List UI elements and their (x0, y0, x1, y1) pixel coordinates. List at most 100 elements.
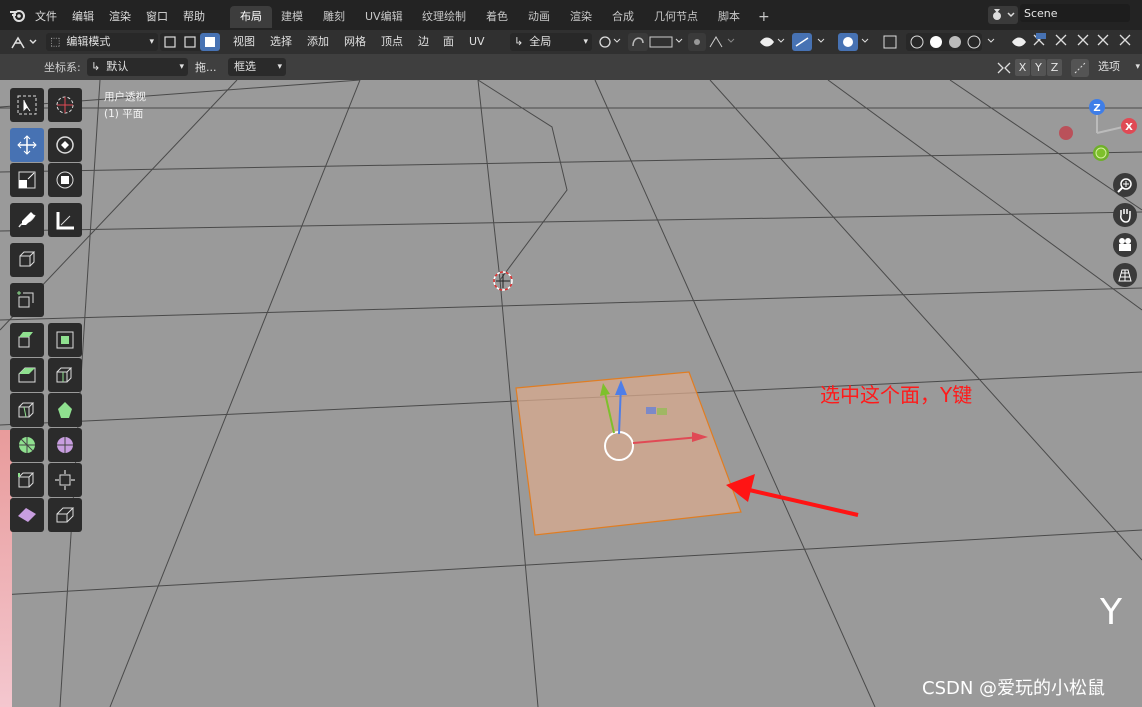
knife-tool[interactable] (10, 393, 44, 427)
tab-geometry-nodes[interactable]: 几何节点 (644, 6, 708, 28)
orientation-label: 全局 (529, 35, 552, 48)
tab-animation[interactable]: 动画 (518, 6, 560, 28)
perspective-toggle-button[interactable] (1113, 263, 1137, 287)
menu-add[interactable]: 添加 (307, 33, 329, 51)
select-box-icon (17, 95, 37, 115)
annotation-text: 选中这个面，Y键 (820, 383, 973, 407)
menu-edge[interactable]: 边 (418, 33, 429, 51)
menu-view[interactable]: 视图 (233, 33, 255, 51)
rip-region-tool[interactable] (48, 498, 82, 532)
grid-icon (1118, 269, 1132, 282)
poly-build-tool[interactable] (48, 393, 82, 427)
snap-pivot-icons[interactable] (596, 33, 742, 51)
tab-shading[interactable]: 着色 (476, 6, 518, 28)
coord-value: 默认 (106, 60, 129, 73)
select-mode-icons[interactable] (160, 33, 220, 51)
scale-tool[interactable] (10, 163, 44, 197)
blender-logo-icon[interactable] (9, 7, 27, 23)
smooth-tool[interactable] (48, 428, 82, 462)
drag-value: 框选 (234, 60, 256, 73)
mirror-y-button[interactable]: Y (1031, 59, 1046, 76)
move-icon (17, 135, 37, 155)
extrude-tool[interactable] (10, 323, 44, 357)
mode-dropdown[interactable]: ⬚ 编辑模式 ▾ (46, 33, 158, 51)
tab-uv-editing[interactable]: UV编辑 (355, 6, 413, 28)
tab-rendering[interactable]: 渲染 (560, 6, 602, 28)
annotate-tool[interactable] (10, 203, 44, 237)
tab-modeling[interactable]: 建模 (271, 6, 313, 28)
menu-select[interactable]: 选择 (270, 33, 292, 51)
spin-tool[interactable] (10, 428, 44, 462)
camera-icon (1119, 238, 1131, 251)
menu-file[interactable]: 文件 (35, 8, 57, 24)
menu-render[interactable]: 渲染 (109, 8, 131, 24)
transform-tool[interactable] (48, 163, 82, 197)
drag-dropdown[interactable]: 框选 ▾ (228, 58, 286, 76)
rotate-tool[interactable] (48, 128, 82, 162)
tool-settings-bar: 坐标系: ↳ 默认 ▾ 拖... 框选 ▾ X Y Z 选项 ▾ (0, 54, 1142, 80)
mirror-icon[interactable] (996, 60, 1012, 76)
menu-vertex[interactable]: 顶点 (381, 33, 403, 51)
menu-face[interactable]: 面 (443, 33, 454, 51)
bevel-tool[interactable] (10, 358, 44, 392)
3d-cursor-icon[interactable] (493, 271, 513, 291)
overlay-shading-icons[interactable] (756, 33, 1006, 51)
options-label: 选项 (1098, 60, 1120, 73)
edge-slide-icon (18, 472, 35, 488)
gizmo-toggles-icons[interactable] (1010, 33, 1142, 51)
measure-tool[interactable] (48, 203, 82, 237)
smooth-icon (57, 437, 73, 453)
object-name: (1) 平面 (104, 108, 144, 120)
options-dropdown[interactable]: 选项 ▾ (1094, 58, 1142, 76)
shear-tool[interactable] (10, 498, 44, 532)
tab-sculpting[interactable]: 雕刻 (313, 6, 355, 28)
chevron-down-icon: ▾ (583, 37, 588, 47)
coord-icon: ↳ (91, 60, 101, 73)
mode-icon: ⬚ (50, 35, 61, 48)
tab-scripting[interactable]: 脚本 (708, 6, 750, 28)
poly-build-icon (58, 402, 72, 418)
tab-texture-paint[interactable]: 纹理绘制 (412, 6, 476, 28)
add-workspace-icon[interactable]: + (748, 6, 780, 28)
annotate-icon (18, 212, 36, 228)
coord-dropdown[interactable]: ↳ 默认 ▾ (87, 58, 188, 76)
mirror-z-button[interactable]: Z (1047, 59, 1062, 76)
menu-help[interactable]: 帮助 (183, 8, 205, 24)
inset-icon (56, 331, 74, 349)
spin-icon (19, 437, 35, 453)
orientation-icon: ↳ (514, 35, 524, 48)
extrude-region-tool[interactable] (10, 283, 44, 317)
key-indicator: Y (1100, 592, 1122, 633)
move-tool[interactable] (10, 128, 44, 162)
select-box-tool[interactable] (10, 88, 44, 122)
camera-view-button[interactable] (1113, 233, 1137, 257)
watermark: CSDN @爱玩的小松鼠 (922, 678, 1106, 699)
tab-layout[interactable]: 布局 (230, 6, 272, 28)
bevel-icon (18, 367, 36, 383)
menu-window[interactable]: 窗口 (146, 8, 168, 24)
shrink-fatten-tool[interactable] (48, 463, 82, 497)
inset-tool[interactable] (48, 323, 82, 357)
top-bar: 文件 编辑 渲染 窗口 帮助 布局 建模 雕刻 UV编辑 纹理绘制 着色 动画 … (0, 0, 1142, 30)
navigation-gizmo[interactable]: Z X (1050, 95, 1142, 170)
transform-pivot-icon[interactable] (10, 34, 40, 50)
extrude-region-icon (17, 291, 34, 308)
menu-edit[interactable]: 编辑 (72, 8, 94, 24)
zoom-button[interactable] (1113, 173, 1137, 197)
add-cube-icon (19, 251, 36, 267)
tab-compositing[interactable]: 合成 (602, 6, 644, 28)
add-cube-tool[interactable] (10, 243, 44, 277)
loop-cut-tool[interactable] (48, 358, 82, 392)
cursor-tool[interactable] (48, 88, 82, 122)
scene-selector[interactable]: Scene (988, 4, 1142, 26)
edge-slide-tool[interactable] (10, 463, 44, 497)
menu-uv[interactable]: UV (469, 33, 485, 51)
measure-icon (56, 212, 74, 230)
orientation-dropdown[interactable]: ↳ 全局 ▾ (510, 33, 592, 51)
mirror-x-button[interactable]: X (1015, 59, 1030, 76)
hand-icon (1120, 209, 1131, 223)
proportional-icon[interactable] (1071, 59, 1089, 77)
menu-mesh[interactable]: 网格 (344, 33, 366, 51)
chevron-down-icon: ▾ (1135, 62, 1140, 72)
pan-button[interactable] (1113, 203, 1137, 227)
